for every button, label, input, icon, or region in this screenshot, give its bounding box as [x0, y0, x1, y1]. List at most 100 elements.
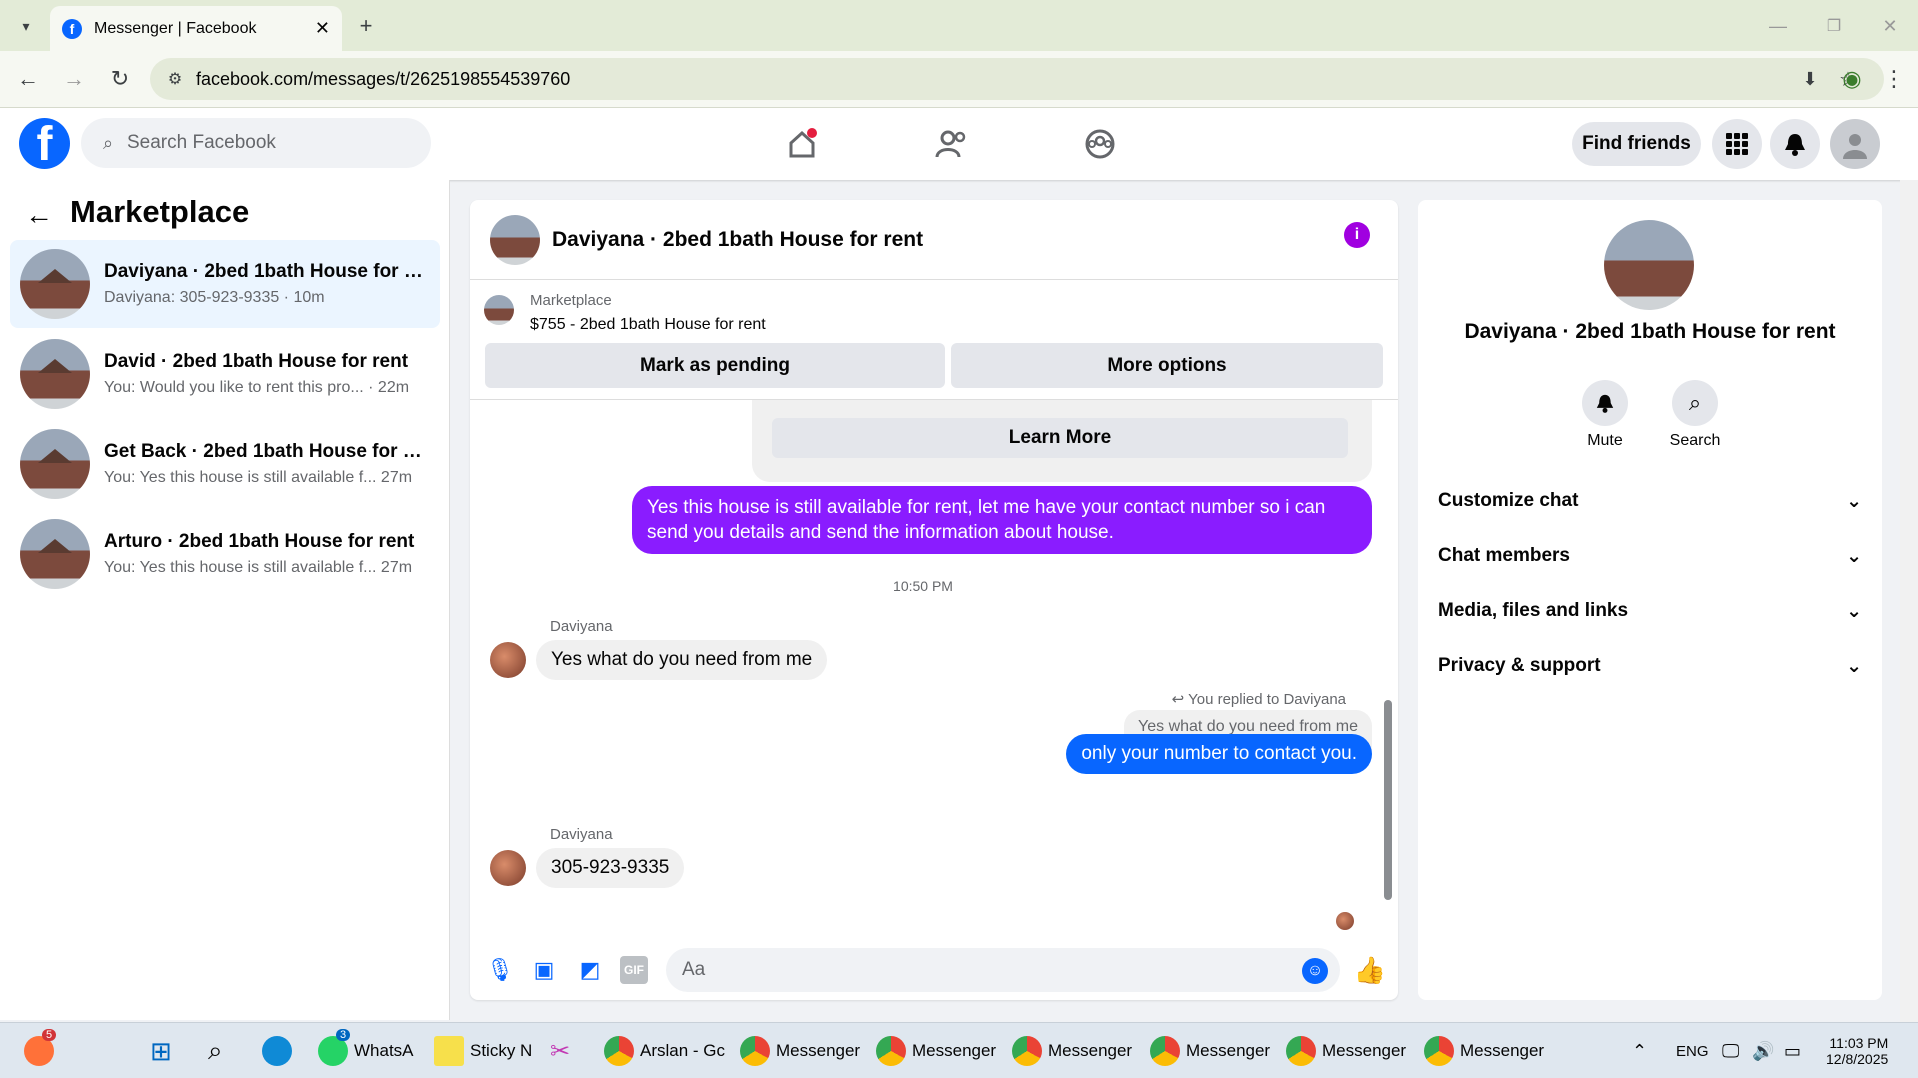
search-input[interactable]: ⌕ Search Facebook — [81, 118, 431, 168]
microphone-icon[interactable]: 🎙 — [486, 956, 514, 984]
chat-profile-avatar[interactable] — [1604, 220, 1694, 310]
minimize-icon[interactable]: — — [1764, 12, 1792, 40]
sent-message[interactable]: Yes this house is still available for re… — [632, 486, 1372, 554]
chat-avatar[interactable] — [490, 214, 540, 265]
chrome-taskbar-item[interactable]: Messenger — [740, 1033, 860, 1069]
message-placeholder: Aa — [682, 959, 706, 980]
snipping-tool-icon[interactable]: ✂ — [550, 1033, 570, 1069]
info-icon[interactable]: i — [1344, 222, 1370, 248]
bell-icon — [1582, 380, 1628, 426]
composer: 🎙 ▣ ◩ GIF Aa ☺ 👍 — [470, 940, 1398, 1000]
browser-tabstrip: ▾ f Messenger | Facebook ✕ + — ❐ ✕ — [0, 0, 1918, 51]
learn-more-button[interactable]: Learn More — [772, 418, 1348, 458]
whatsapp-taskbar-item[interactable]: WhatsA 3 — [318, 1029, 414, 1069]
menu-grid-icon[interactable] — [1712, 119, 1762, 169]
site-settings-icon[interactable]: ⚙ — [164, 68, 186, 90]
sticker-icon[interactable]: ◩ — [576, 956, 604, 984]
find-friends-button[interactable]: Find friends — [1572, 122, 1701, 166]
conversation-item[interactable]: Get Back · 2bed 1bath House for re... You… — [10, 420, 440, 508]
menu-dots-icon[interactable]: ⋮ — [1880, 63, 1908, 95]
message-input[interactable]: Aa ☺ — [666, 948, 1340, 992]
battery-icon[interactable]: ▭ — [1784, 1033, 1801, 1069]
chrome-taskbar-item[interactable]: Messenger — [1424, 1033, 1544, 1069]
back-icon[interactable]: ← — [12, 63, 44, 95]
scroll-thumb[interactable] — [1384, 700, 1392, 900]
sent-message[interactable]: only your number to contact you. — [1066, 734, 1372, 774]
new-tab-icon[interactable]: + — [352, 12, 380, 40]
language-indicator[interactable]: ENG — [1676, 1033, 1709, 1069]
notifications-bell-icon[interactable] — [1770, 119, 1820, 169]
conversation-name: Get Back · 2bed 1bath House for re... — [104, 441, 424, 462]
taskbar-search-icon[interactable]: ⌕ — [208, 1033, 223, 1069]
chrome-taskbar-item[interactable]: Arslan - Gc — [604, 1033, 725, 1069]
edge-taskbar-icon[interactable] — [262, 1033, 298, 1069]
chat-members-section[interactable]: Chat members ⌄ — [1438, 545, 1862, 568]
restore-icon[interactable]: ❐ — [1820, 12, 1848, 40]
conversation-item[interactable]: David · 2bed 1bath House for rent You: Wo… — [10, 330, 440, 418]
install-app-icon[interactable]: ⬇ — [1798, 67, 1822, 91]
close-tab-icon[interactable]: ✕ — [315, 18, 330, 39]
back-arrow-icon[interactable]: ← — [24, 199, 54, 230]
media-files-links-section[interactable]: Media, files and links ⌄ — [1438, 600, 1862, 623]
reload-icon[interactable]: ↻ — [104, 63, 136, 95]
search-in-chat-button[interactable]: ⌕ Search — [1650, 380, 1740, 450]
show-hidden-icons-icon[interactable]: ⌃ — [1632, 1033, 1647, 1069]
mute-button[interactable]: Mute — [1560, 380, 1650, 450]
windows-start-icon[interactable]: ⊞ — [150, 1033, 172, 1069]
home-icon[interactable] — [778, 120, 826, 168]
thread-scrollbar[interactable] — [1384, 410, 1394, 910]
section-label: Customize chat — [1438, 490, 1579, 511]
friends-icon[interactable] — [928, 120, 976, 168]
facebook-logo-icon[interactable]: f — [19, 118, 70, 169]
chrome-taskbar-item[interactable]: Messenger — [1012, 1033, 1132, 1069]
browser-tab[interactable]: f Messenger | Facebook ✕ — [50, 6, 342, 51]
taskbar-label: Sticky N — [470, 1041, 533, 1060]
chat-title[interactable]: Daviyana · 2bed 1bath House for rent — [552, 228, 923, 252]
groups-icon[interactable] — [1076, 120, 1124, 168]
address-bar[interactable]: ⚙ facebook.com/messages/t/26251985545397… — [150, 58, 1884, 100]
photo-icon[interactable]: ▣ — [530, 956, 558, 984]
listing-thumbnail — [20, 339, 90, 409]
chrome-taskbar-item[interactable]: Messenger — [1286, 1033, 1406, 1069]
listing-title[interactable]: $755 - 2bed 1bath House for rent — [530, 316, 766, 334]
volume-icon[interactable]: 🔊 — [1752, 1033, 1774, 1069]
received-message[interactable]: Yes what do you need from me — [536, 640, 828, 680]
conversation-item[interactable]: Arturo · 2bed 1bath House for rent You: Y… — [10, 510, 440, 598]
mark-as-pending-button[interactable]: Mark as pending — [485, 343, 945, 388]
emoji-icon[interactable]: ☺ — [1302, 958, 1328, 984]
reply-label: You replied to Daviyana — [1188, 691, 1346, 708]
conversation-preview: You: Would you like to rent this pro... … — [104, 379, 410, 396]
seen-avatar — [1336, 912, 1354, 930]
page-scrollbar[interactable] — [1900, 180, 1918, 1022]
conversation-preview: Daviyana: 305-923-9335 · 10m — [104, 289, 325, 306]
clock[interactable]: 11:03 PM 12/8/2025 — [1826, 1031, 1888, 1071]
chrome-taskbar-item[interactable]: Messenger — [876, 1033, 996, 1069]
gif-icon[interactable]: GIF — [620, 956, 648, 984]
privacy-support-section[interactable]: Privacy & support ⌄ — [1438, 655, 1862, 678]
listing-thumbnail[interactable] — [484, 295, 514, 325]
received-message[interactable]: 305-923-9335 — [536, 848, 685, 888]
taskbar-label: WhatsA — [354, 1041, 414, 1060]
profile-icon[interactable]: ◉ — [1836, 63, 1868, 95]
panel-title: Marketplace — [70, 194, 250, 229]
mute-label: Mute — [1587, 432, 1623, 449]
sender-avatar[interactable] — [490, 850, 526, 886]
url-text: facebook.com/messages/t/2625198554539760 — [196, 68, 571, 89]
customize-chat-section[interactable]: Customize chat ⌄ — [1438, 490, 1862, 513]
firefox-taskbar-icon[interactable]: 5 — [24, 1029, 60, 1069]
forward-icon[interactable]: → — [58, 63, 90, 95]
network-icon[interactable]: 🖵 — [1722, 1033, 1739, 1069]
sticky-notes-taskbar-item[interactable]: Sticky N — [434, 1033, 532, 1069]
like-thumb-icon[interactable]: 👍 — [1354, 954, 1386, 986]
close-window-icon[interactable]: ✕ — [1876, 12, 1904, 40]
conversation-item[interactable]: Daviyana · 2bed 1bath House for r... Davi… — [10, 240, 440, 328]
sender-name: Daviyana — [550, 826, 613, 843]
more-options-button[interactable]: More options — [951, 343, 1383, 388]
account-avatar[interactable] — [1830, 119, 1880, 169]
clock-date: 12/8/2025 — [1826, 1051, 1889, 1067]
sender-avatar[interactable] — [490, 642, 526, 678]
facebook-favicon-icon: f — [62, 18, 82, 39]
chrome-taskbar-item[interactable]: Messenger — [1150, 1033, 1270, 1069]
tab-search-icon[interactable]: ▾ — [12, 12, 40, 40]
conversation-preview: You: Yes this house is still available f… — [104, 469, 413, 486]
